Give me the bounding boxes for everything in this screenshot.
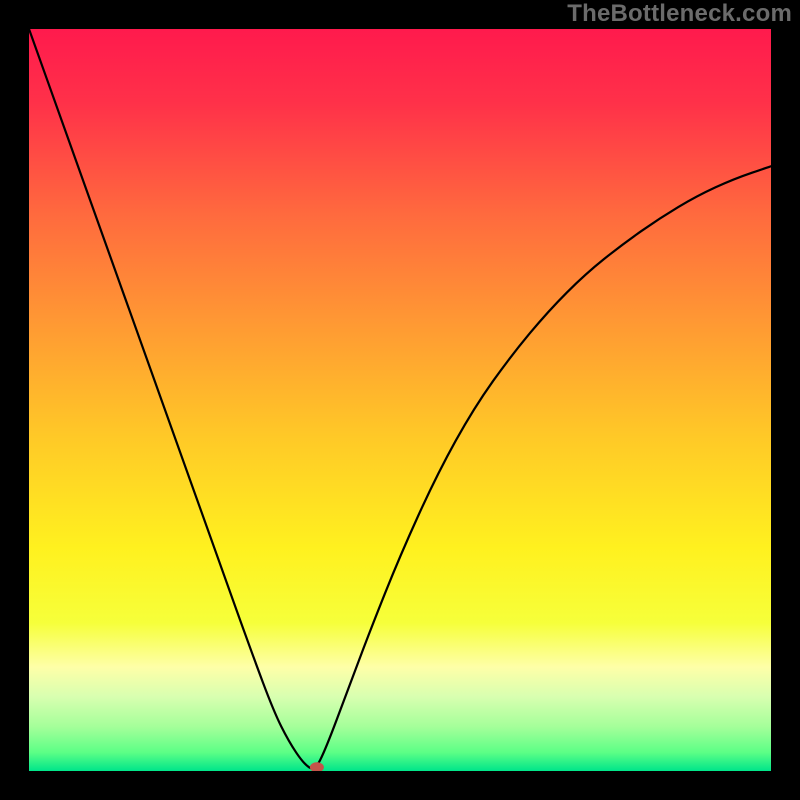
chart-svg xyxy=(29,29,771,771)
attribution-text: TheBottleneck.com xyxy=(567,0,792,28)
gradient-rect xyxy=(29,29,771,771)
plot-area xyxy=(29,29,771,771)
chart-frame: TheBottleneck.com xyxy=(0,0,800,800)
